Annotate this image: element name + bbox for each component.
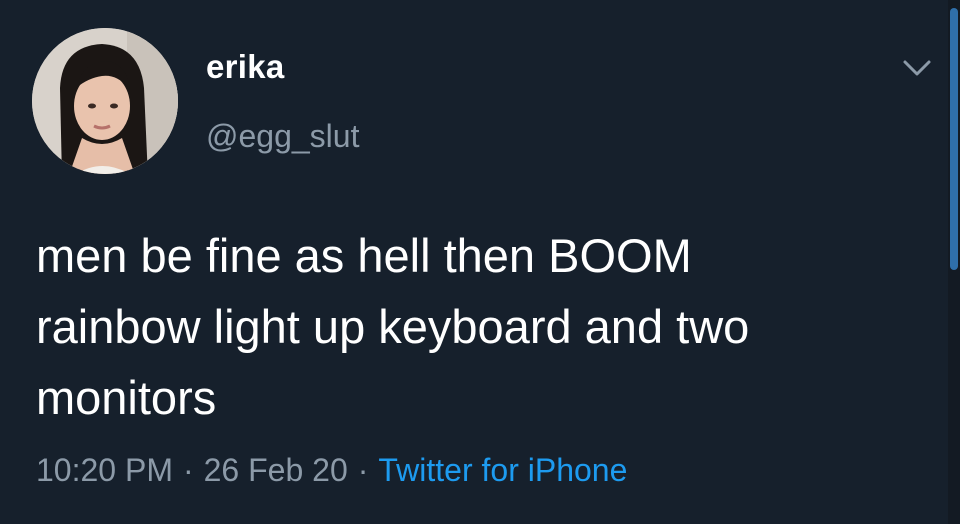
tweet-time[interactable]: 10:20 PM	[36, 452, 173, 488]
separator: ·	[357, 452, 369, 488]
scrollbar-thumb[interactable]	[950, 8, 958, 270]
tweet-meta: 10:20 PM · 26 Feb 20 · Twitter for iPhone	[36, 452, 627, 489]
user-handle[interactable]: @egg_slut	[206, 118, 359, 155]
avatar[interactable]	[32, 28, 178, 174]
tweet-text: men be fine as hell then BOOM rainbow li…	[36, 220, 936, 433]
chevron-down-icon[interactable]	[900, 56, 934, 80]
tweet-date[interactable]: 26 Feb 20	[204, 452, 348, 488]
tweet-source-link[interactable]: Twitter for iPhone	[378, 452, 627, 488]
tweet-card: erika @egg_slut men be fine as hell then…	[0, 0, 960, 524]
tweet-text-line: men be fine as hell then BOOM	[36, 229, 692, 282]
scrollbar[interactable]	[948, 0, 960, 524]
tweet-text-line: monitors	[36, 371, 217, 424]
display-name[interactable]: erika	[206, 48, 285, 86]
separator: ·	[182, 452, 194, 488]
tweet-text-line: rainbow light up keyboard and two	[36, 300, 750, 353]
profile-photo-icon	[32, 28, 178, 174]
